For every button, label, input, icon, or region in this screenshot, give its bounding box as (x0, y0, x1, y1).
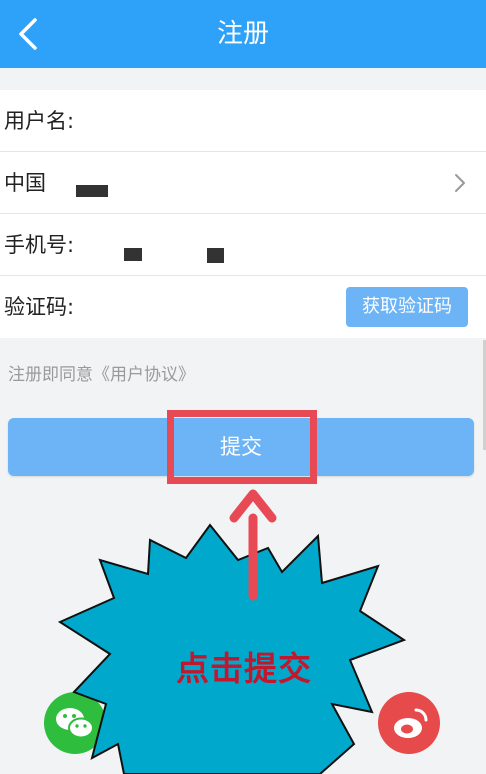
phone-row: 手机号: (0, 214, 486, 276)
wechat-icon (56, 708, 94, 739)
weibo-icon (394, 708, 428, 738)
get-code-button[interactable]: 获取验证码 (346, 287, 468, 327)
header-bar: 注册 (0, 0, 486, 68)
username-label: 用户名: (4, 109, 75, 133)
callout-text: 点击提交 (176, 649, 312, 688)
region-row[interactable]: 中国 (0, 152, 486, 214)
code-input[interactable] (88, 288, 292, 328)
wechat-login-button[interactable] (44, 692, 106, 754)
region-label: 中国 (4, 171, 46, 195)
redacted-phone-part (207, 248, 224, 263)
code-row: 验证码: 获取验证码 (0, 276, 486, 338)
weibo-login-button[interactable] (378, 692, 440, 754)
register-form: 用户名: 中国 手机号: 验证码: 获取验证码 (0, 90, 486, 338)
submit-button[interactable]: 提交 (8, 418, 474, 476)
phone-label: 手机号: (4, 233, 75, 257)
username-row: 用户名: (0, 90, 486, 152)
chevron-right-icon[interactable] (448, 170, 472, 196)
page-title: 注册 (216, 19, 269, 49)
register-screen: 注册 用户名: 中国 手机号: 验证码: 获取验证码 注册即同意《用户协议》 提… (0, 0, 486, 774)
redacted-region-code (76, 185, 108, 197)
redacted-phone-part (124, 248, 142, 261)
username-input[interactable] (88, 102, 332, 142)
code-label: 验证码: (4, 295, 75, 319)
arrow-head (229, 489, 277, 523)
agreement-text[interactable]: 注册即同意《用户协议》 (8, 360, 195, 385)
